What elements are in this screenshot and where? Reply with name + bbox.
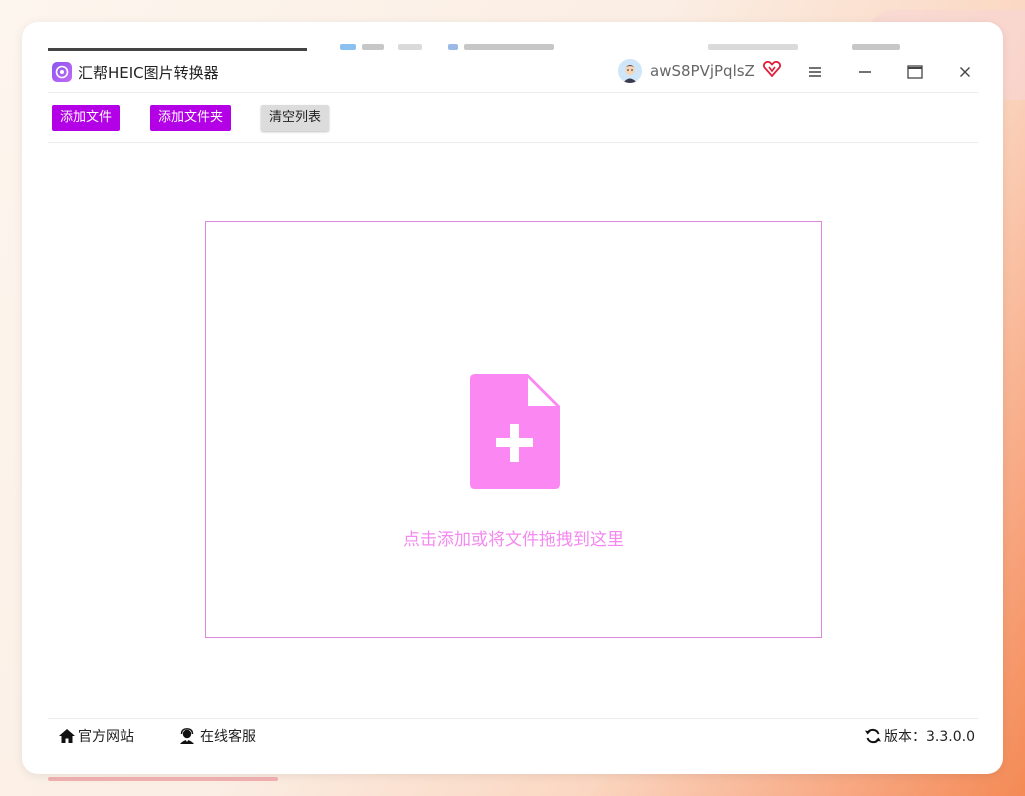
- add-files-button[interactable]: 添加文件: [52, 105, 121, 131]
- add-folder-button[interactable]: 添加文件夹: [150, 105, 232, 131]
- toolbar: 添加文件 添加文件夹 清空列表: [48, 93, 978, 143]
- clear-list-button[interactable]: 清空列表: [261, 105, 330, 131]
- avatar[interactable]: [618, 59, 642, 83]
- app-logo-icon: [52, 62, 72, 82]
- app-window: 汇帮HEIC图片转换器 awS8PVjPqlsZ 添加文件 添加文件夹 清空列表…: [22, 22, 1003, 774]
- background-window-strip: [48, 22, 978, 52]
- username: awS8PVjPqlsZ: [650, 62, 755, 80]
- menu-icon[interactable]: [804, 61, 826, 83]
- home-icon: [59, 729, 75, 743]
- status-bar: 官方网站 在线客服 版本：3.3.0.0: [48, 718, 978, 751]
- refresh-icon: [865, 728, 881, 744]
- drop-hint-text[interactable]: 点击添加或将文件拖拽到这里: [206, 525, 821, 550]
- vip-heart-icon[interactable]: [762, 60, 781, 81]
- support-agent-icon: [180, 728, 194, 744]
- title-bar: 汇帮HEIC图片转换器 awS8PVjPqlsZ: [48, 52, 978, 93]
- file-drop-zone[interactable]: 点击添加或将文件拖拽到这里: [205, 221, 822, 638]
- file-add-icon[interactable]: [470, 374, 560, 493]
- app-title: 汇帮HEIC图片转换器: [78, 63, 219, 82]
- maximize-icon[interactable]: [904, 61, 926, 83]
- version-label: 版本：3.3.0.0: [884, 729, 975, 745]
- official-website-link[interactable]: 官方网站: [58, 726, 134, 746]
- close-icon[interactable]: [954, 61, 976, 83]
- main-content: 点击添加或将文件拖拽到这里: [48, 143, 978, 718]
- minimize-icon[interactable]: [854, 61, 876, 83]
- version-info[interactable]: 版本：3.3.0.0: [864, 726, 975, 746]
- online-support-label: 在线客服: [200, 729, 256, 745]
- user-account[interactable]: awS8PVjPqlsZ: [618, 59, 781, 83]
- online-support-link[interactable]: 在线客服: [178, 726, 256, 746]
- background-decoration-bar: [48, 777, 278, 781]
- official-website-label: 官方网站: [78, 729, 134, 745]
